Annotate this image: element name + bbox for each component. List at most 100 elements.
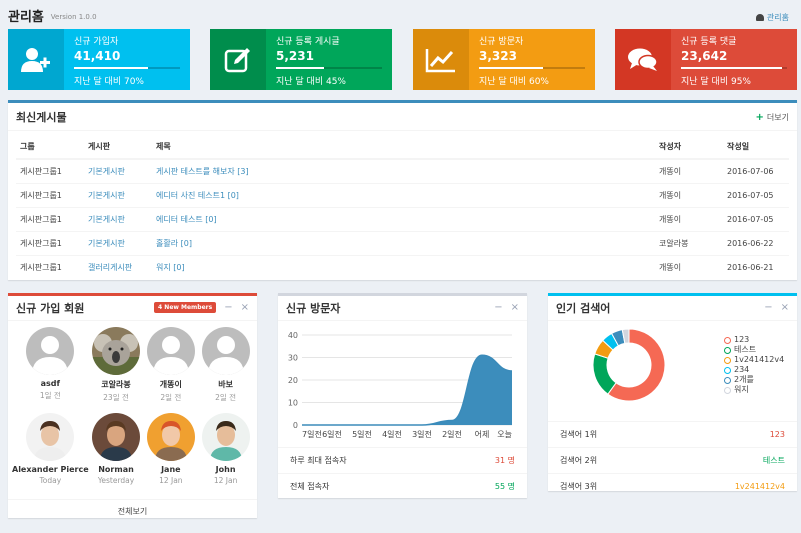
cell-board[interactable]: 기본게시판 [84,158,152,184]
avatar[interactable] [201,327,250,375]
legend-item: 123 [724,335,784,345]
avatar[interactable] [26,413,75,461]
popular-search-title: 인기 검색어 [556,302,611,315]
close-icon[interactable]: × [511,302,519,313]
x-tick-label: 어제 [475,429,490,439]
cell-group: 게시판그룹1 [16,231,84,256]
col-author: 작성자 [655,135,723,160]
member-date: Today [39,476,62,485]
avatar[interactable] [26,327,75,375]
legend-label: 워지 [734,385,749,394]
legend-item: 워지 [724,385,784,395]
info-box: 신규 가입자 41,410 지난 달 대비 70% [8,29,190,90]
stat-total-visitors: 전체 접속자 55 명 [278,473,527,499]
pie-slice[interactable] [592,353,617,395]
rank-value[interactable]: 1v241412v4 [735,482,785,491]
cell-title[interactable]: 홀활라 [0] [152,231,655,256]
legend-label: 1v241412v4 [734,355,785,364]
member-name[interactable]: asdf [12,379,89,388]
view-all-link[interactable]: 전체보기 [8,499,257,523]
latest-posts-table: 그룹 게시판 제목 작성자 작성일 게시판그룹1 기본게시판 게시판 테스트를 해보… [16,135,789,279]
member-name[interactable]: 바보 [198,379,253,390]
rank-label: 검색어 3위 [560,482,598,491]
line-chart-icon [413,29,469,90]
member-item[interactable]: John 12 Jan [198,413,253,499]
x-tick-label: 3일전 [412,429,432,439]
rank-value[interactable]: 123 [770,430,785,439]
plus-icon: + [755,112,764,123]
latest-posts-title: 최신게시물 [16,110,67,124]
member-name[interactable]: Jane [143,465,198,474]
cell-board[interactable]: 기본게시판 [84,183,152,208]
avatar[interactable] [92,327,141,375]
member-item[interactable]: Norman Yesterday [89,413,144,499]
collapse-icon[interactable]: − [494,302,502,313]
y-tick-label: 20 [288,376,298,385]
member-name[interactable]: Norman [89,465,144,474]
col-title: 제목 [152,135,655,160]
avatar[interactable] [146,327,195,375]
member-date: 2일 전 [160,393,182,402]
cell-board[interactable]: 기본게시판 [84,231,152,256]
close-icon[interactable]: × [781,302,789,313]
table-row: 게시판그룹1 기본게시판 게시판 테스트를 해보자 [3] 개똥이 2016-07-06 [16,158,789,184]
member-date: 1일 전 [39,391,61,400]
avatar[interactable] [146,413,195,461]
member-item[interactable]: 바보 2일 전 [198,327,253,413]
visitors-box: 신규 방문자 − × 0 10 20 30 40 7일전 6일전 5일전 4일전 3일전 2일전 어제… [278,293,527,498]
cell-group: 게시판그룹1 [16,207,84,232]
col-date: 작성일 [723,135,789,160]
table-row: 게시판그룹1 갤러리게시판 워지 [0] 개똥이 2016-06-21 [16,255,789,279]
pie-legend: 123 테스트 1v241412v4 234 2개를 워지 [724,335,784,395]
legend-label: 테스트 [734,345,757,354]
member-name[interactable]: 코알라봉 [89,379,144,390]
cell-title[interactable]: 에디터 사진 테스트1 [0] [152,183,655,208]
x-tick-label: 6일전 [322,429,342,439]
x-tick-label: 오늘 [497,430,512,439]
member-item[interactable]: Alexander Pierce Today [12,413,89,499]
latest-posts-box: 최신게시물 + 더보기 그룹 게시판 제목 작성자 작성일 게시판그룹1 기본게시판… [8,100,797,280]
page-header: 관리홈 Version 1.0.0 관리홈 [8,6,793,26]
rank-label: 검색어 2위 [560,456,598,465]
cell-title[interactable]: 에디터 테스트 [0] [152,207,655,232]
x-tick-label: 2일전 [442,429,462,439]
breadcrumb[interactable]: 관리홈 [755,12,789,23]
member-date: 12 Jan [213,476,238,485]
rank-value[interactable]: 테스트 [763,455,785,466]
new-members-box: 신규 가입 회원 4 New Members − × asdf 1일 전 코알라봉 2… [8,293,257,518]
legend-label: 123 [734,335,750,344]
cell-board[interactable]: 기본게시판 [84,207,152,232]
member-item[interactable]: Jane 12 Jan [143,413,198,499]
info-box: 신규 등록 댓글 23,642 지난 달 대비 95% [615,29,797,90]
cell-date: 2016-07-06 [723,158,789,184]
cell-board[interactable]: 갤러리게시판 [84,255,152,279]
legend-item: 234 [724,365,784,375]
cell-title[interactable]: 워지 [0] [152,255,655,279]
info-box-number: 3,323 [479,49,517,63]
info-box-description: 지난 달 대비 45% [276,77,346,87]
cell-title[interactable]: 게시판 테스트를 해보자 [3] [152,158,655,184]
member-name[interactable]: 개똥이 [143,379,198,390]
y-tick-label: 0 [293,421,298,430]
member-date: 12 Jan [159,476,183,485]
avatar[interactable] [201,413,250,461]
member-item[interactable]: 개똥이 2일 전 [143,327,198,413]
member-name[interactable]: John [198,465,253,474]
info-box-label: 신규 가입자 [74,37,119,47]
info-box-label: 신규 방문자 [479,37,524,47]
y-tick-label: 10 [288,399,298,408]
x-tick-label: 4일전 [382,429,402,439]
breadcrumb-home[interactable]: 관리홈 [767,13,789,22]
info-box-description: 지난 달 대비 70% [74,77,144,87]
avatar[interactable] [92,413,141,461]
collapse-icon[interactable]: − [224,302,232,313]
collapse-icon[interactable]: − [764,302,772,313]
more-button[interactable]: + 더보기 [756,112,789,123]
cell-group: 게시판그룹1 [16,183,84,208]
member-item[interactable]: asdf 1일 전 [12,327,89,413]
legend-item: 테스트 [724,345,784,355]
close-icon[interactable]: × [241,302,249,313]
member-name[interactable]: Alexander Pierce [12,465,89,474]
member-item[interactable]: 코알라봉 23일 전 [89,327,144,413]
dashboard-icon [755,14,764,21]
